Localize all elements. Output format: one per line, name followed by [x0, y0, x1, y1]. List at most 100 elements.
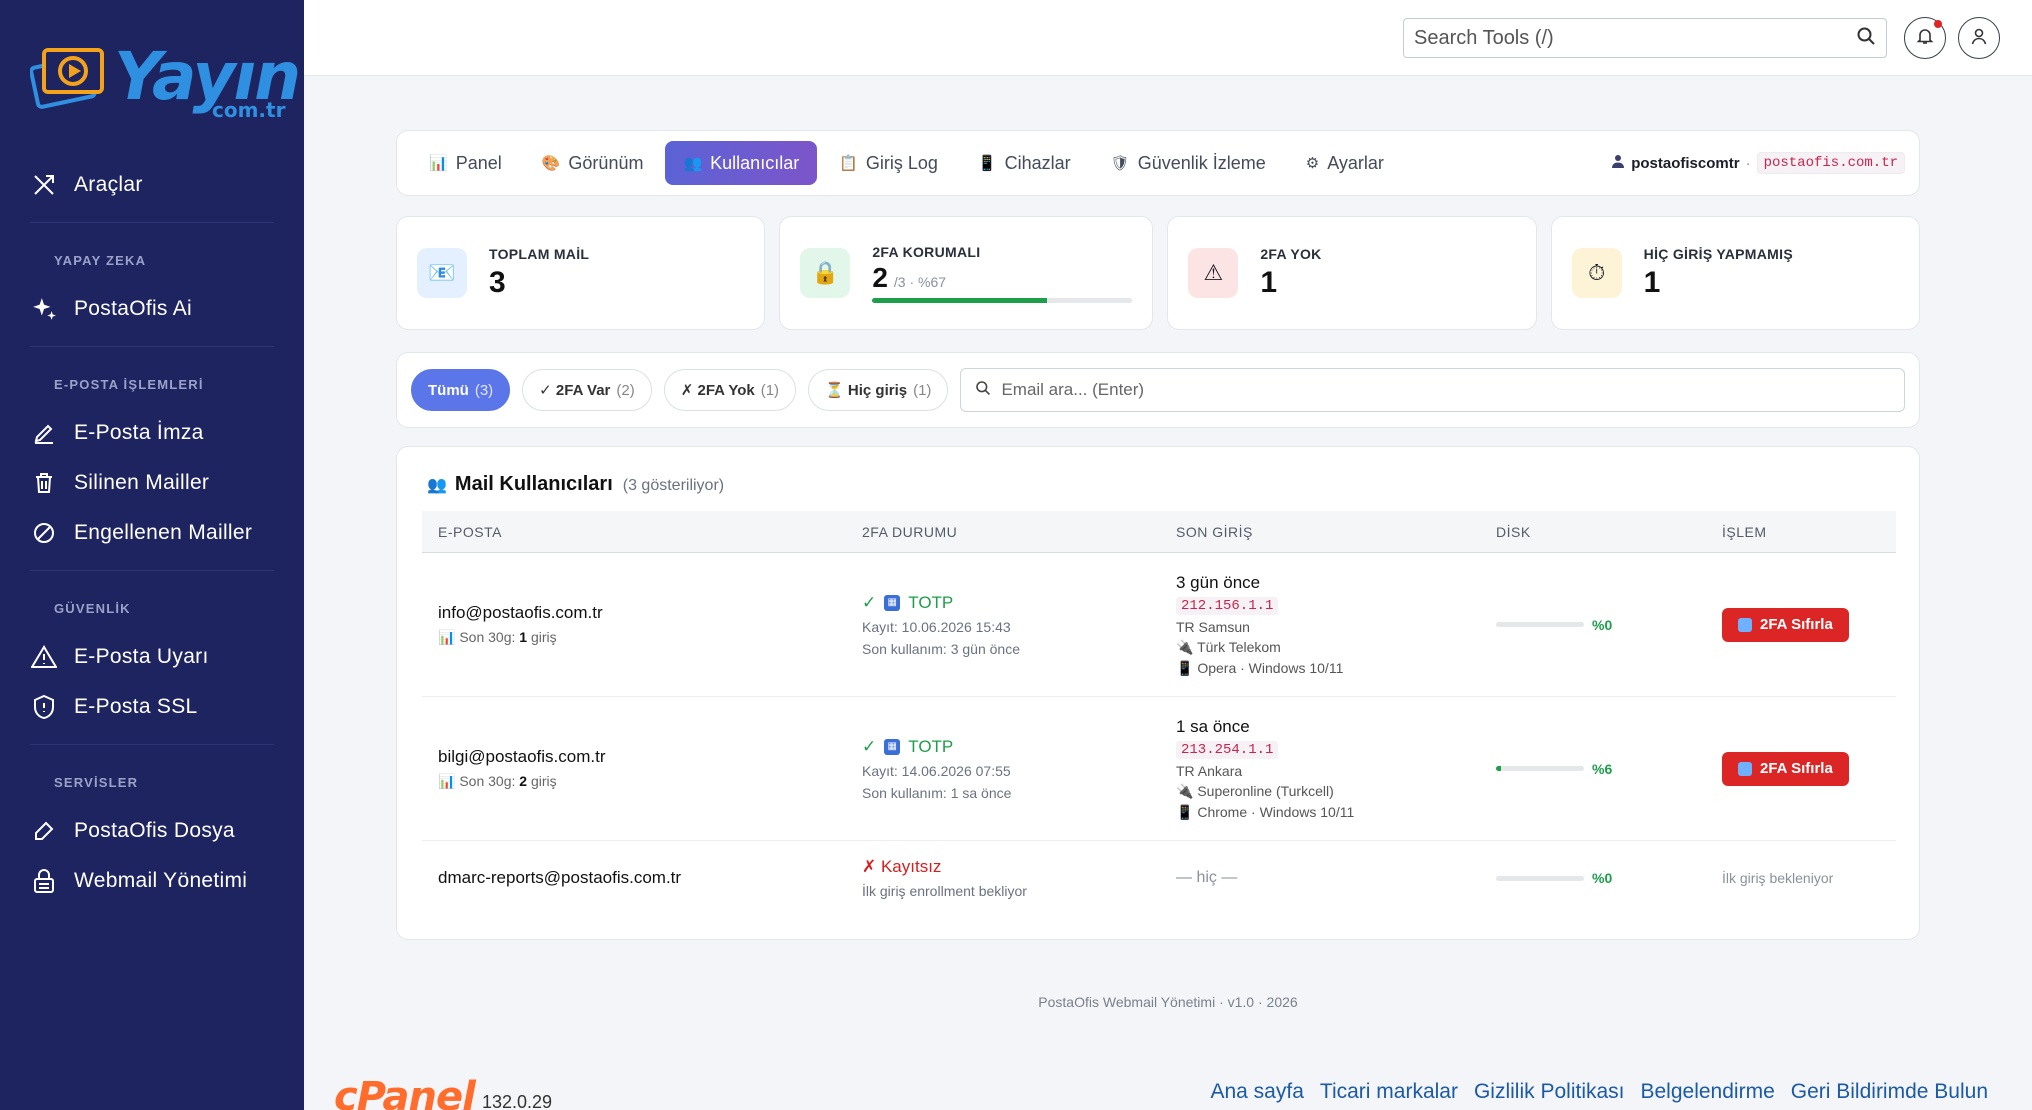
tab-ayarlar[interactable]: ⚙ Ayarlar: [1288, 141, 1402, 185]
row-login-count: 📊 Son 30g: 2 giriş: [438, 773, 557, 789]
sidebar-item-eposta-ssl[interactable]: E-Posta SSL: [30, 682, 274, 732]
warning-icon: ⚠: [1188, 248, 1239, 298]
phone-icon: 📱: [977, 155, 997, 172]
stat-label: 2FA KORUMALI: [872, 243, 981, 260]
notifications-button[interactable]: [1904, 17, 1946, 59]
search-icon[interactable]: [1856, 26, 1876, 51]
sidebar-section-title: SERVİSLER: [30, 744, 274, 806]
stats-row: 📧 TOPLAM MAİL 3 🔒 2FA KORUMALI 2/3 · %67 …: [396, 216, 1920, 330]
tab-label: Giriş Log: [865, 152, 938, 173]
tab-label: Panel: [455, 152, 502, 173]
sidebar-item-engellenen-mailler[interactable]: Engellenen Mailler: [30, 508, 274, 558]
footer-link-privacy[interactable]: Gizlilik Politikası: [1474, 1080, 1625, 1104]
tab-giris-log[interactable]: 📋 Giriş Log: [821, 141, 956, 185]
lock-icon: 🔒: [800, 248, 851, 298]
stat-value: 2: [872, 261, 888, 293]
tab-kullanicilar[interactable]: 👥 Kullanıcılar: [665, 141, 818, 185]
col-header-action: İŞLEM: [1722, 523, 1767, 540]
row-email[interactable]: dmarc-reports@postaofis.com.tr: [438, 868, 862, 888]
stat-2fa-protected: 🔒 2FA KORUMALI 2/3 · %67: [779, 216, 1154, 330]
stat-label: 2FA YOK: [1260, 246, 1322, 262]
filter-chip-all[interactable]: Tümü (3): [411, 369, 511, 411]
footer-link-feedback[interactable]: Geri Bildirimde Bulun: [1791, 1080, 1988, 1104]
row-disk: %0: [1496, 870, 1722, 886]
tab-cihazlar[interactable]: 📱 Cihazlar: [960, 141, 1089, 185]
col-header-last-login: SON GİRİŞ: [1176, 523, 1253, 540]
footer-link-docs[interactable]: Belgelendirme: [1641, 1080, 1775, 1104]
tools-search-input[interactable]: [1414, 26, 1856, 50]
row-action-waiting: İlk giriş bekleniyor: [1722, 870, 1834, 886]
row-email[interactable]: info@postaofis.com.tr: [438, 603, 862, 623]
row-ip: 212.156.1.1: [1176, 596, 1279, 615]
block-icon: [30, 519, 58, 547]
reset-2fa-button[interactable]: 2FA Sıfırla: [1722, 751, 1849, 786]
disk-fill: [1496, 766, 1502, 771]
footer-link-home[interactable]: Ana sayfa: [1210, 1080, 1303, 1104]
row-ip: 213.254.1.1: [1176, 740, 1279, 759]
table-row: info@postaofis.com.tr 📊 Son 30g: 1 giriş…: [422, 553, 1896, 697]
disk-bar: [1496, 766, 1584, 771]
row-disk: %0: [1496, 617, 1722, 633]
sidebar-item-eposta-imza[interactable]: E-Posta İmza: [30, 408, 274, 458]
col-header-email: E-POSTA: [438, 523, 502, 540]
sidebar-item-postaofis-ai[interactable]: PostaOfis Ai: [30, 284, 274, 334]
stat-label: TOPLAM MAİL: [489, 246, 590, 262]
user-menu-button[interactable]: [1958, 17, 2000, 59]
tab-guvenlik-izleme[interactable]: 🛡 Güvenlik İzleme: [1093, 141, 1284, 185]
shield-icon: 🛡: [1110, 155, 1130, 172]
sidebar-item-webmail-yonetimi[interactable]: Webmail Yönetimi: [30, 856, 274, 906]
totp-badge-icon: ▦: [884, 594, 901, 611]
user-icon: [1970, 27, 1988, 50]
row-2fa-status: ✓ ▦ TOTP: [862, 736, 954, 756]
sidebar-item-label: Araçlar: [74, 173, 143, 196]
brand-logo[interactable]: Yayın com.tr: [30, 36, 301, 126]
cpanel-version: 132.0.29: [482, 1092, 553, 1110]
stat-never-logged: ⏱ HİÇ GİRİŞ YAPMAMIŞ 1: [1550, 216, 1920, 330]
footer-link-trademarks[interactable]: Ticari markalar: [1320, 1080, 1458, 1104]
tab-panel[interactable]: 📊 Panel: [411, 141, 520, 185]
email-search-input[interactable]: [1001, 380, 1890, 400]
reset-2fa-button[interactable]: 2FA Sıfırla: [1722, 607, 1849, 642]
shield-icon: [30, 693, 58, 721]
trash-icon: [30, 469, 58, 497]
sidebar-item-silinen-mailler[interactable]: Silinen Mailler: [30, 458, 274, 508]
tools-search[interactable]: [1403, 18, 1887, 58]
chip-label: ✓ 2FA Var: [539, 382, 611, 399]
play-logo-icon: [30, 48, 104, 109]
sidebar-item-postaofis-dosya[interactable]: PostaOfis Dosya: [30, 806, 274, 856]
sidebar-item-label: Webmail Yönetimi: [74, 869, 248, 892]
sidebar-item-label: E-Posta SSL: [74, 695, 198, 718]
notification-dot: [1934, 20, 1942, 28]
row-email[interactable]: bilgi@postaofis.com.tr: [438, 747, 862, 767]
sidebar-item-label: E-Posta Uyarı: [74, 645, 209, 668]
row-2fa-status: ✓ ▦ TOTP: [862, 592, 954, 612]
chip-count: (1): [913, 381, 932, 399]
sidebar-item-eposta-uyari[interactable]: E-Posta Uyarı: [30, 632, 274, 682]
table-count: (3 gösteriliyor): [622, 477, 725, 494]
tools-icon: [30, 171, 58, 199]
lock-icon: [30, 867, 58, 895]
row-2fa-used: Son kullanım: 3 gün önce: [862, 640, 1020, 657]
sidebar-item-araclar[interactable]: Araçlar: [30, 160, 274, 210]
gear-icon: ⚙: [1305, 155, 1320, 172]
totp-badge-icon: ▦: [884, 738, 901, 755]
stat-value: 1: [1643, 266, 1661, 299]
table-row: bilgi@postaofis.com.tr 📊 Son 30g: 2 giri…: [422, 697, 1896, 841]
filter-chip-2fa-off[interactable]: ✗ 2FA Yok (1): [663, 369, 797, 411]
filter-chip-2fa-on[interactable]: ✓ 2FA Var (2): [522, 369, 652, 411]
sidebar-item-label: PostaOfis Ai: [74, 297, 192, 320]
users-icon: 👥: [683, 155, 703, 172]
chip-count: (2): [616, 381, 635, 399]
cpanel-logo[interactable]: cPanel: [334, 1074, 476, 1110]
table-header: E-POSTA 2FA DURUMU SON GİRİŞ DİSK İŞLEM: [422, 511, 1896, 553]
disk-bar: [1496, 622, 1584, 627]
sparkles-icon: [30, 295, 58, 323]
tab-gorunum[interactable]: 🎨 Görünüm: [524, 141, 662, 185]
row-last-login: 1 sa önce: [1176, 716, 1250, 736]
email-search[interactable]: [960, 368, 1905, 412]
stat-sub: /3 · %67: [893, 273, 947, 290]
footer-version: PostaOfis Webmail Yönetimi · v1.0 · 2026: [1038, 994, 1298, 1010]
progress-fill: [872, 297, 1047, 303]
clock-icon: ⏱: [1571, 248, 1622, 298]
filter-chip-never-logged[interactable]: ⏳ Hiç giriş (1): [808, 369, 949, 411]
